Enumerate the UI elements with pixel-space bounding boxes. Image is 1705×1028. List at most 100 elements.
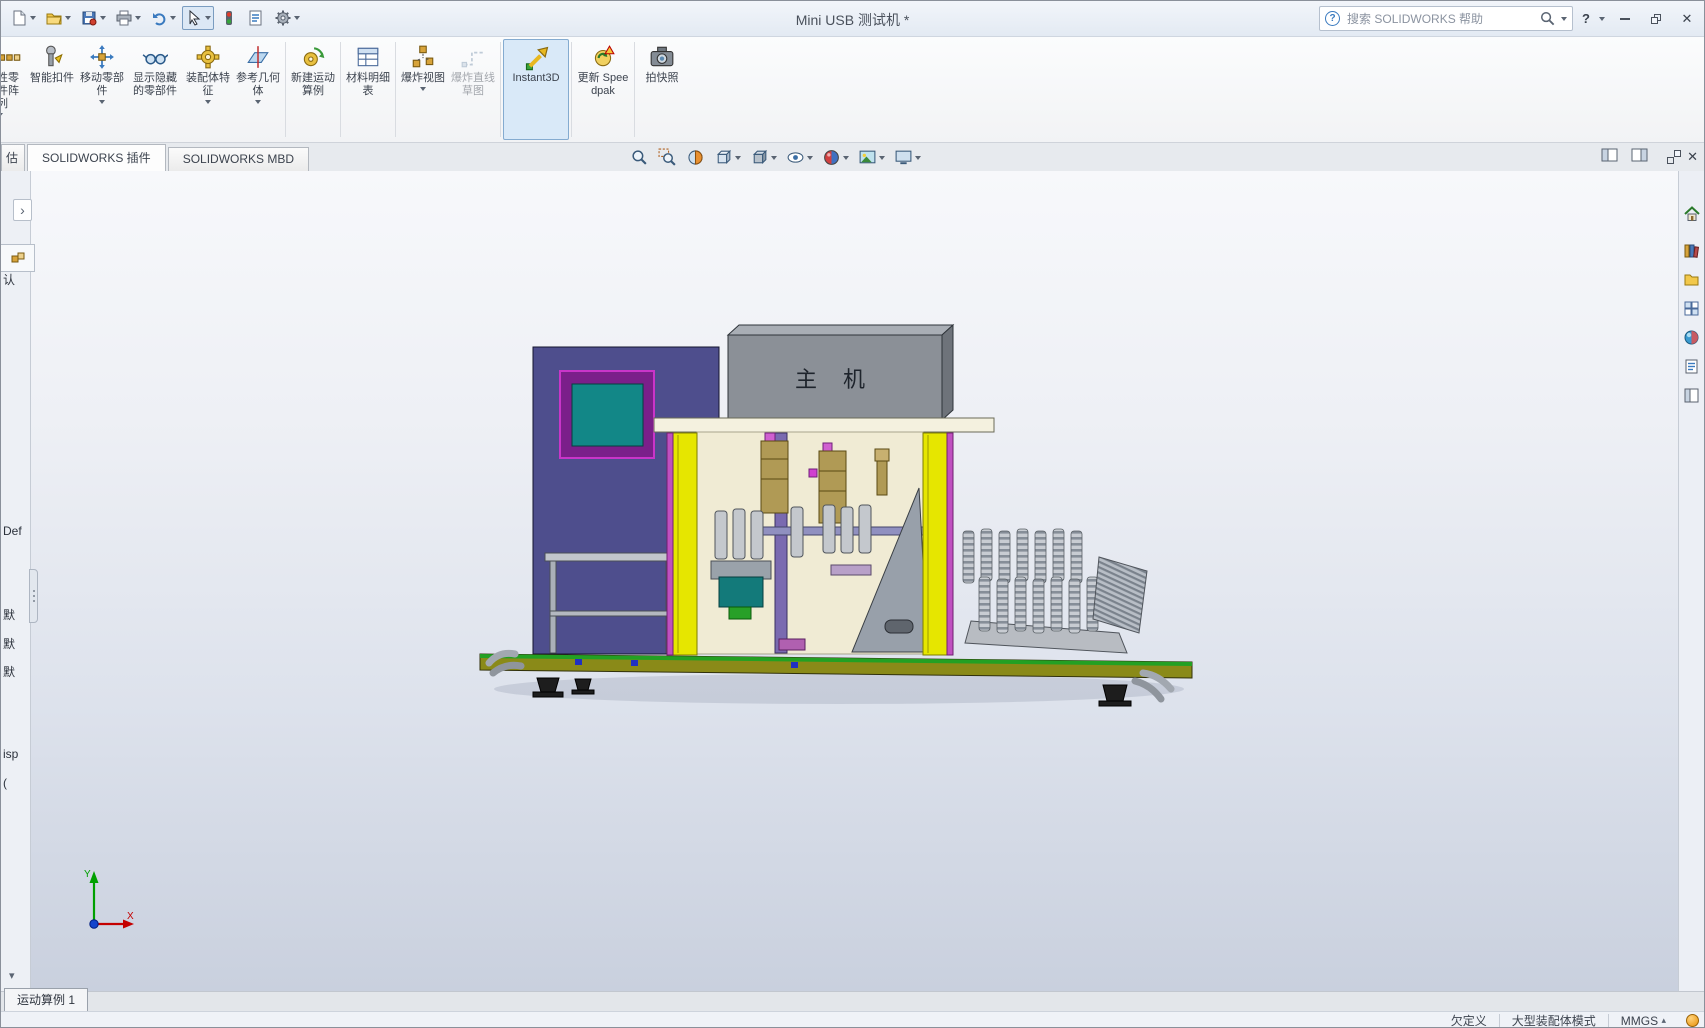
chevron-down-icon[interactable] [294, 16, 300, 20]
ribbon-button-linear-component-pattern[interactable]: 性零件阵列 [0, 39, 27, 140]
chevron-down-icon[interactable] [879, 156, 885, 160]
command-tab-row: 估 SOLIDWORKS 插件 SOLIDWORKS MBD [1, 143, 1704, 171]
save-button[interactable] [77, 6, 109, 30]
chevron-down-icon[interactable] [1561, 17, 1567, 21]
spring-tray[interactable] [963, 529, 1147, 653]
chevron-down-icon[interactable] [100, 16, 106, 20]
window-minimize-button[interactable] [1614, 10, 1636, 28]
pane-options-button[interactable] [1683, 387, 1700, 407]
origin-dot-icon [90, 920, 98, 928]
appearances-scenes-button[interactable] [1683, 329, 1700, 349]
ribbon-button-bill-of-materials[interactable]: 材料明细表 [343, 39, 393, 140]
x-axis-label: X [127, 911, 134, 922]
help-search-box[interactable]: ? [1319, 6, 1573, 31]
undo-button[interactable] [147, 6, 179, 30]
ribbon-button-smart-fasteners[interactable]: 智能扣件 [27, 39, 77, 140]
ribbon-button-assembly-features[interactable]: 装配体特征 [183, 39, 233, 140]
rebuild-button[interactable] [217, 6, 241, 30]
status-bar: 欠定义 大型装配体模式 MMGS ▴ [1, 1011, 1704, 1028]
orientation-triad[interactable]: Y X [81, 867, 137, 933]
window-restore-button[interactable] [1645, 10, 1667, 28]
doc-close-button[interactable]: ✕ [1687, 150, 1698, 164]
resources-home-button[interactable] [1683, 205, 1701, 225]
quick-tips-icon[interactable] [1686, 1014, 1699, 1027]
home-icon [1683, 205, 1701, 222]
base-plate[interactable] [480, 654, 1192, 678]
folder-icon [1683, 271, 1700, 288]
minimize-icon [1620, 18, 1630, 20]
search-input[interactable] [1345, 11, 1534, 27]
chevron-down-icon[interactable] [135, 16, 141, 20]
chevron-down-icon[interactable] [807, 156, 813, 160]
ribbon-button-new-motion-study[interactable]: 新建运动算例 [288, 39, 338, 140]
tab-solidworks-addins[interactable]: SOLIDWORKS 插件 [27, 144, 166, 171]
options-button[interactable] [271, 6, 303, 30]
file-properties-button[interactable] [244, 6, 268, 30]
zoom-area-button[interactable] [657, 147, 678, 168]
chevron-down-icon[interactable] [30, 16, 36, 20]
open-document-button[interactable] [42, 6, 74, 30]
task-pane-toolbar [1678, 171, 1704, 991]
display-style-button[interactable] [749, 147, 778, 168]
chevron-down-icon [205, 100, 211, 104]
hide-show-items-button[interactable] [785, 147, 814, 168]
tree-text-fragment: ( [3, 776, 7, 790]
panel-splitter-handle[interactable] [29, 569, 38, 623]
ribbon-button-take-snapshot[interactable]: 拍快照 [637, 39, 687, 140]
ribbon-button-reference-geometry[interactable]: 参考几何体 [233, 39, 283, 140]
panel-scroll-down-icon[interactable]: ▾ [9, 969, 15, 982]
assembly-mode-status[interactable]: 大型装配体模式 [1499, 1014, 1608, 1028]
instant3d-icon [523, 44, 549, 70]
tab-clipped[interactable]: 估 [1, 144, 25, 171]
collapsed-feature-tab[interactable] [1, 244, 35, 272]
help-menu-button[interactable]: ? [1582, 11, 1590, 26]
chevron-down-icon[interactable] [170, 16, 176, 20]
view-settings-button[interactable] [893, 147, 922, 168]
file-explorer-button[interactable] [1683, 271, 1700, 291]
print-button[interactable] [112, 6, 144, 30]
view-palette-button[interactable] [1683, 300, 1700, 320]
design-library-button[interactable] [1683, 242, 1700, 262]
ribbon-button-instant3d[interactable]: Instant3D [503, 39, 569, 140]
motion-study-tab[interactable]: 运动算例 1 [4, 988, 88, 1011]
tree-text-fragment: 默 [3, 606, 15, 623]
view-palette-icon [1683, 300, 1700, 317]
ribbon-button-update-speedpak[interactable]: 更新 Speedpak [574, 39, 632, 140]
ribbon-button-exploded-view[interactable]: 爆炸视图 [398, 39, 448, 140]
chevron-down-icon[interactable] [735, 156, 741, 160]
top-beam[interactable] [654, 418, 994, 432]
ribbon-button-show-hidden-components[interactable]: 显示隐藏的零部件 [127, 39, 183, 140]
model-3d-view[interactable]: 主 机 [479, 321, 1203, 713]
assembly-tree-icon [10, 250, 26, 266]
view-orientation-button[interactable] [713, 147, 742, 168]
panel-expand-button[interactable]: › [13, 199, 32, 221]
reference-geometry-icon [245, 44, 271, 70]
pane-left-button[interactable] [1601, 148, 1618, 165]
tab-solidworks-mbd[interactable]: SOLIDWORKS MBD [168, 147, 309, 171]
graphics-viewport[interactable]: 主 机 [31, 171, 1678, 991]
chevron-down-icon[interactable] [205, 16, 211, 20]
select-tool-button[interactable] [182, 6, 214, 30]
section-view-button[interactable] [685, 147, 706, 168]
zoom-fit-button[interactable] [629, 147, 650, 168]
exploded-view-icon [410, 44, 436, 70]
chevron-down-icon[interactable] [915, 156, 921, 160]
assembly-features-icon [195, 44, 221, 70]
tree-text-fragment: 默 [3, 663, 15, 680]
chevron-down-icon[interactable] [1599, 17, 1605, 21]
explode-line-sketch-icon [460, 44, 486, 70]
edit-appearance-button[interactable] [821, 147, 850, 168]
host-tower[interactable]: 主 机 [728, 325, 953, 420]
ribbon-button-move-component[interactable]: 移动零部件 [77, 39, 127, 140]
search-icon[interactable] [1539, 10, 1556, 27]
new-document-button[interactable] [7, 6, 39, 30]
units-selector[interactable]: MMGS ▴ [1608, 1014, 1678, 1028]
apply-scene-button[interactable] [857, 147, 886, 168]
chevron-down-icon[interactable] [65, 16, 71, 20]
chevron-down-icon[interactable] [771, 156, 777, 160]
eye-icon [786, 148, 805, 167]
chevron-down-icon[interactable] [843, 156, 849, 160]
window-close-button[interactable]: ✕ [1676, 10, 1698, 28]
pane-right-button[interactable] [1631, 148, 1648, 165]
custom-properties-button[interactable] [1683, 358, 1700, 378]
